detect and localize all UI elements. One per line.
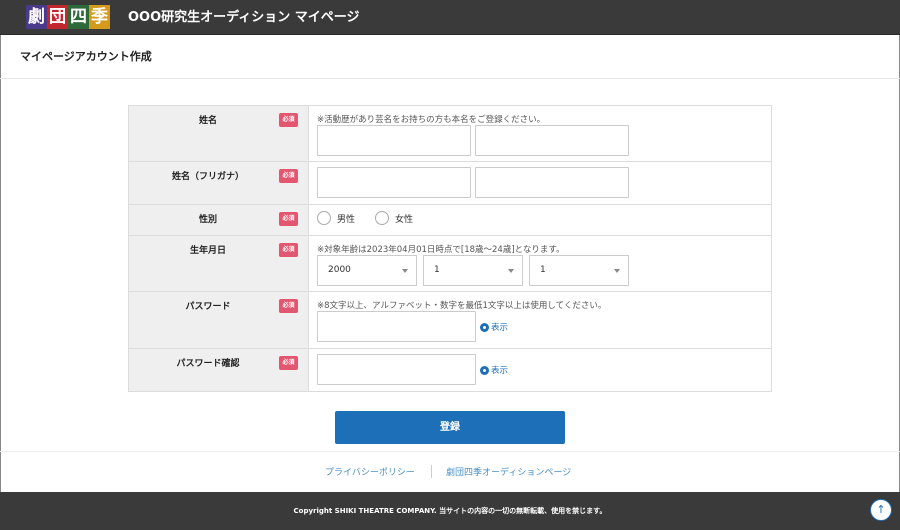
- radio-button[interactable]: [375, 211, 389, 225]
- birth-year-select[interactable]: 2000: [317, 255, 417, 286]
- first-name-input[interactable]: [475, 125, 629, 156]
- row-body: ※対象年齢は2023年04月01日時点で[18歳～24歳]となります。 2000…: [309, 236, 771, 291]
- row-label: パスワード確認 必須: [129, 349, 309, 391]
- select-value: 1: [434, 265, 440, 275]
- password-note: ※8文字以上、アルファベット・数字を最低1文字以上は使用してください。: [317, 301, 607, 311]
- show-password-toggle[interactable]: 表示: [480, 321, 508, 333]
- row-label: パスワード 必須: [129, 292, 309, 348]
- logo-char: 季: [89, 5, 110, 29]
- row-body: ※8文字以上、アルファベット・数字を最低1文字以上は使用してください。 表示: [309, 292, 771, 348]
- page-title: マイページアカウント作成: [20, 50, 152, 63]
- copyright-text: Copyright SHIKI THEATRE COMPANY. 当サイトの内容…: [293, 507, 607, 515]
- arrow-up-icon[interactable]: ↑: [870, 499, 892, 521]
- chevron-down-icon: [614, 269, 620, 273]
- show-label: 表示: [491, 323, 509, 333]
- required-badge: 必須: [279, 113, 298, 127]
- field-label-name: 姓名: [198, 116, 217, 126]
- row-body: [309, 162, 771, 204]
- footer-bar: Copyright SHIKI THEATRE COMPANY. 当サイトの内容…: [0, 492, 900, 530]
- chevron-down-icon: [402, 269, 408, 273]
- gender-option-female[interactable]: 女性: [375, 211, 413, 225]
- field-label-password-confirm: パスワード確認: [176, 359, 240, 369]
- row-body: 男性 女性: [309, 205, 771, 235]
- row-gender: 性別 必須 男性 女性: [129, 205, 771, 236]
- show-label: 表示: [491, 366, 509, 376]
- row-label: 性別 必須: [129, 205, 309, 235]
- footer-links: プライバシーポリシー 劇団四季オーディションページ: [0, 451, 900, 491]
- audition-page-link[interactable]: 劇団四季オーディションページ: [446, 465, 571, 478]
- radio-label: 女性: [395, 214, 414, 225]
- birthday-note: ※対象年齢は2023年04月01日時点で[18歳～24歳]となります。: [317, 245, 565, 255]
- site-title: OOO研究生オーディション マイページ: [128, 10, 360, 25]
- divider: [431, 465, 432, 478]
- chevron-down-icon: [508, 269, 514, 273]
- required-badge: 必須: [279, 299, 298, 313]
- logo-char: 四: [68, 5, 89, 29]
- eye-icon: [480, 365, 489, 375]
- row-label: 姓名（フリガナ） 必須: [129, 162, 309, 204]
- birth-day-select[interactable]: 1: [529, 255, 629, 286]
- show-password-confirm-toggle[interactable]: 表示: [480, 364, 508, 376]
- radio-button[interactable]: [317, 211, 331, 225]
- row-label: 姓名 必須: [129, 106, 309, 161]
- gender-option-male[interactable]: 男性: [317, 211, 355, 225]
- row-body: ※活動歴があり芸名をお持ちの方も本名をご登録ください。: [309, 106, 771, 161]
- row-body: 表示: [309, 349, 771, 391]
- birth-month-select[interactable]: 1: [423, 255, 523, 286]
- required-badge: 必須: [279, 212, 298, 226]
- register-button[interactable]: 登録: [335, 411, 565, 444]
- row-kana: 姓名（フリガナ） 必須: [129, 162, 771, 205]
- select-value: 2000: [328, 265, 351, 275]
- name-note: ※活動歴があり芸名をお持ちの方も本名をご登録ください。: [317, 115, 546, 125]
- privacy-policy-link[interactable]: プライバシーポリシー: [325, 465, 415, 478]
- field-label-birthday: 生年月日: [189, 246, 226, 256]
- row-birthday: 生年月日 必須 ※対象年齢は2023年04月01日時点で[18歳～24歳]となり…: [129, 236, 771, 292]
- logo-char: 劇: [26, 5, 47, 29]
- last-name-input[interactable]: [317, 125, 471, 156]
- last-name-kana-input[interactable]: [317, 167, 471, 198]
- row-name: 姓名 必須 ※活動歴があり芸名をお持ちの方も本名をご登録ください。: [129, 106, 771, 162]
- logo-char: 団: [47, 5, 68, 29]
- top-bar: 劇 団 四 季 OOO研究生オーディション マイページ: [0, 0, 900, 35]
- required-badge: 必須: [279, 243, 298, 257]
- row-password-confirm: パスワード確認 必須 表示: [129, 349, 771, 392]
- required-badge: 必須: [279, 169, 298, 183]
- radio-label: 男性: [337, 214, 356, 225]
- password-confirm-input[interactable]: [317, 354, 476, 385]
- shiki-logo[interactable]: 劇 団 四 季: [26, 5, 110, 29]
- field-label-password: パスワード: [185, 302, 231, 312]
- required-badge: 必須: [279, 356, 298, 370]
- eye-icon: [480, 322, 489, 332]
- field-label-gender: 性別: [198, 215, 217, 225]
- row-label: 生年月日 必須: [129, 236, 309, 291]
- first-name-kana-input[interactable]: [475, 167, 629, 198]
- row-password: パスワード 必須 ※8文字以上、アルファベット・数字を最低1文字以上は使用してく…: [129, 292, 771, 349]
- password-input[interactable]: [317, 311, 476, 342]
- field-label-kana: 姓名（フリガナ）: [171, 172, 244, 182]
- select-value: 1: [540, 265, 546, 275]
- page-header: マイページアカウント作成: [0, 36, 900, 79]
- registration-form: 姓名 必須 ※活動歴があり芸名をお持ちの方も本名をご登録ください。 姓名（フリガ…: [128, 105, 772, 392]
